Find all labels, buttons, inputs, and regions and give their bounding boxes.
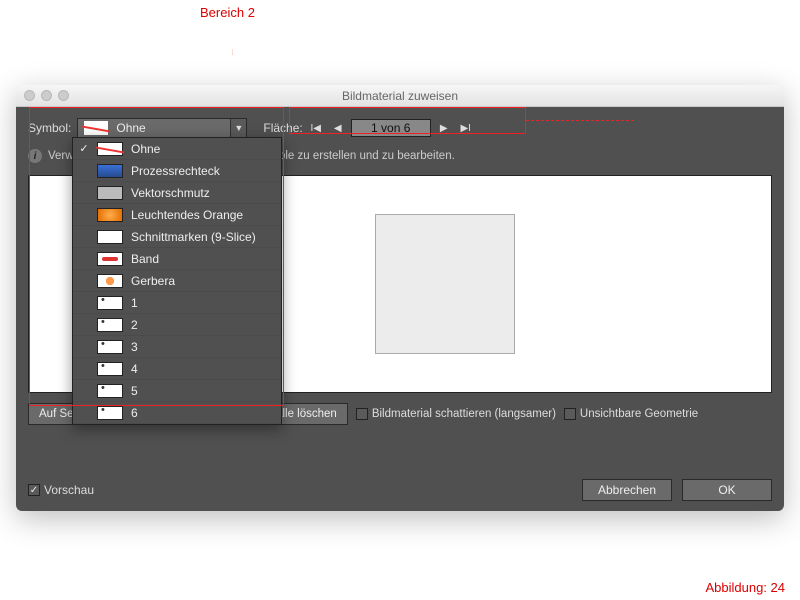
last-icon[interactable]: ▶I: [457, 119, 475, 137]
swatch-icon: [97, 142, 123, 156]
dropdown-item[interactable]: 1: [73, 292, 281, 314]
dropdown-item-label: Ohne: [131, 142, 160, 156]
first-icon[interactable]: I◀: [307, 119, 325, 137]
dropdown-item-label: 5: [131, 384, 138, 398]
dropdown-item[interactable]: ✓ Ohne: [73, 138, 281, 160]
swatch-icon: [97, 318, 123, 332]
dropdown-item-label: Schnittmarken (9-Slice): [131, 230, 256, 244]
dialog-window: Bildmaterial zuweisen Symbol: Ohne ▼ Flä…: [16, 85, 784, 511]
info-icon: i: [28, 149, 42, 163]
swatch-icon: [97, 252, 123, 266]
symbol-dropdown-value: Ohne: [114, 121, 230, 135]
hint-prefix: Verw: [48, 150, 74, 162]
dropdown-item[interactable]: Band: [73, 248, 281, 270]
dropdown-item[interactable]: Prozessrechteck: [73, 160, 281, 182]
preview-label: Vorschau: [44, 483, 94, 497]
shade-label: Bildmaterial schattieren (langsamer): [372, 408, 556, 420]
cancel-button[interactable]: Abbrechen: [582, 479, 672, 501]
symbol-label: Symbol:: [28, 121, 71, 135]
prev-icon[interactable]: ◀: [329, 119, 347, 137]
checkbox-icon: [564, 408, 576, 420]
dropdown-item-label: 1: [131, 296, 138, 310]
symbol-dropdown-list[interactable]: ✓ Ohne Prozessrechteck Vektorschmutz Leuchte…: [72, 137, 282, 425]
titlebar: Bildmaterial zuweisen: [16, 85, 784, 107]
dropdown-item-label: Gerbera: [131, 274, 175, 288]
dropdown-item[interactable]: 4: [73, 358, 281, 380]
ok-button[interactable]: OK: [682, 479, 772, 501]
swatch-icon: [97, 208, 123, 222]
dropdown-item[interactable]: 2: [73, 314, 281, 336]
swatch-icon: [97, 384, 123, 398]
shade-checkbox[interactable]: Bildmaterial schattieren (langsamer): [356, 408, 556, 420]
dropdown-item-label: 6: [131, 406, 138, 420]
annotation-arrow-top: [232, 22, 234, 82]
symbol-swatch-none: [84, 121, 108, 135]
swatch-icon: [97, 186, 123, 200]
next-icon[interactable]: ▶: [435, 119, 453, 137]
preview-checkbox[interactable]: Vorschau: [28, 483, 94, 497]
dropdown-item-label: 2: [131, 318, 138, 332]
dropdown-item-label: Leuchtendes Orange: [131, 208, 243, 222]
dropdown-item[interactable]: Schnittmarken (9-Slice): [73, 226, 281, 248]
window-title: Bildmaterial zuweisen: [16, 89, 784, 103]
dropdown-item[interactable]: 3: [73, 336, 281, 358]
swatch-icon: [97, 296, 123, 310]
dropdown-item[interactable]: 6: [73, 402, 281, 424]
dropdown-item[interactable]: Leuchtendes Orange: [73, 204, 281, 226]
dropdown-item-label: Vektorschmutz: [131, 186, 210, 200]
flaeche-label: Fläche:: [263, 121, 302, 135]
dropdown-item[interactable]: Vektorschmutz: [73, 182, 281, 204]
check-icon: ✓: [79, 142, 89, 155]
chevron-down-icon: ▼: [230, 119, 246, 137]
swatch-icon: [97, 164, 123, 178]
swatch-icon: [97, 362, 123, 376]
dropdown-item-label: Prozessrechteck: [131, 164, 220, 178]
dropdown-item[interactable]: 5: [73, 380, 281, 402]
symbol-dropdown[interactable]: Ohne ▼: [77, 118, 247, 138]
dropdown-item-label: Band: [131, 252, 159, 266]
swatch-icon: [97, 274, 123, 288]
annotation-label-bottom: Abbildung: 24: [705, 580, 785, 595]
dropdown-item-label: 4: [131, 362, 138, 376]
flaeche-indicator[interactable]: 1 von 6: [351, 119, 431, 137]
invisible-geometry-checkbox[interactable]: Unsichtbare Geometrie: [564, 408, 698, 420]
preview-artboard: [375, 214, 515, 354]
swatch-icon: [97, 230, 123, 244]
dropdown-item[interactable]: Gerbera: [73, 270, 281, 292]
swatch-icon: [97, 406, 123, 420]
invisible-label: Unsichtbare Geometrie: [580, 408, 698, 420]
checkbox-icon: [356, 408, 368, 420]
checkbox-checked-icon: [28, 484, 40, 496]
panel: Symbol: Ohne ▼ Fläche: I◀ ◀ 1 von 6 ▶ ▶I…: [16, 107, 784, 511]
annotation-label-top: Bereich 2: [200, 5, 255, 20]
swatch-icon: [97, 340, 123, 354]
dropdown-item-label: 3: [131, 340, 138, 354]
